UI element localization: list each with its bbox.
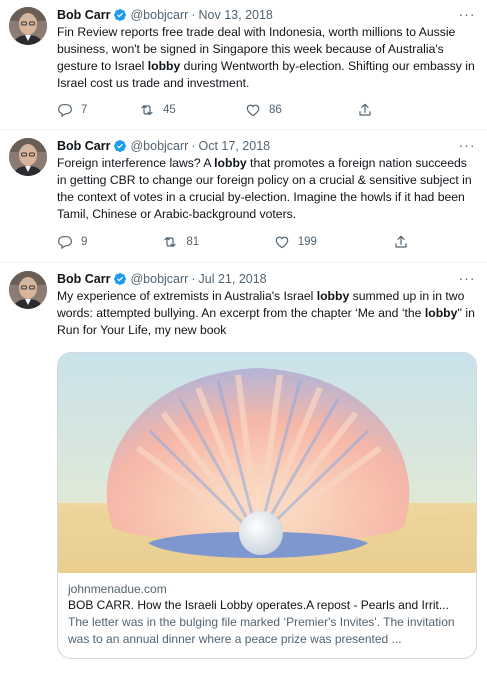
share-icon [357, 102, 373, 118]
separator-dot: · [191, 8, 196, 22]
like-button[interactable]: 199 [274, 234, 393, 250]
heart-icon [274, 234, 290, 250]
tweet-header: Bob Carr @bobjcarr · Nov 13, 2018 ··· [57, 6, 477, 24]
like-count: 86 [269, 104, 282, 116]
tweet-actions: 9 81 199 [57, 233, 417, 251]
like-count: 199 [297, 236, 317, 248]
tweet-text: My experience of extremists in Australia… [57, 288, 477, 339]
retweet-count: 81 [186, 236, 200, 248]
like-button[interactable]: 86 [245, 102, 357, 118]
author-name[interactable]: Bob Carr [57, 272, 110, 286]
tweet-header: Bob Carr @bobjcarr · Jul 21, 2018 ··· [57, 270, 477, 288]
share-button[interactable] [357, 102, 381, 118]
author-name[interactable]: Bob Carr [57, 8, 110, 22]
avatar[interactable] [9, 7, 47, 45]
link-card-image[interactable] [58, 353, 477, 573]
avatar[interactable] [9, 271, 47, 309]
author-handle[interactable]: @bobjcarr [130, 139, 188, 153]
tweet[interactable]: Bob Carr @bobjcarr · Nov 13, 2018 ··· Fi… [0, 0, 487, 130]
verified-badge-icon [113, 272, 127, 286]
avatar[interactable] [9, 138, 47, 176]
retweet-button[interactable]: 81 [162, 234, 273, 250]
tweet-text: Fin Review reports free trade deal with … [57, 24, 477, 92]
separator-dot: · [191, 272, 196, 286]
link-card[interactable]: johnmenadue.com BOB CARR. How the Israel… [57, 352, 477, 659]
reply-icon [57, 102, 73, 118]
tweet-text: Foreign interference laws? A lobby that … [57, 155, 477, 223]
highlighted-term: lobby [316, 289, 350, 303]
more-horizontal-icon[interactable]: ··· [457, 6, 477, 22]
highlighted-term: lobby [214, 156, 247, 170]
author-name[interactable]: Bob Carr [57, 139, 110, 153]
text-segment: Foreign interference laws? A [57, 156, 215, 170]
author-handle[interactable]: @bobjcarr [130, 272, 188, 286]
tweet-actions: 7 45 86 [57, 101, 417, 119]
link-card-description: The letter was in the bulging file marke… [68, 615, 455, 646]
tweet-date[interactable]: Jul 21, 2018 [199, 272, 267, 286]
text-segment: My experience of extremists in Australia… [57, 289, 317, 303]
tweet-date[interactable]: Nov 13, 2018 [199, 8, 273, 22]
retweet-count: 45 [163, 104, 176, 116]
author-handle[interactable]: @bobjcarr [130, 8, 188, 22]
reply-icon [57, 234, 73, 250]
share-button[interactable] [393, 234, 417, 250]
tweet[interactable]: Bob Carr @bobjcarr · Oct 17, 2018 ··· Fo… [0, 131, 487, 263]
separator-dot: · [191, 139, 196, 153]
reply-button[interactable]: 7 [57, 102, 139, 118]
tweet-date[interactable]: Oct 17, 2018 [199, 139, 271, 153]
retweet-button[interactable]: 45 [139, 102, 245, 118]
more-horizontal-icon[interactable]: ··· [457, 137, 477, 153]
share-icon [393, 234, 409, 250]
link-card-domain: johnmenadue.com [68, 582, 167, 596]
verified-badge-icon [113, 139, 127, 153]
tweet-header: Bob Carr @bobjcarr · Oct 17, 2018 ··· [57, 137, 477, 155]
reply-button[interactable]: 9 [57, 234, 162, 250]
retweet-icon [139, 102, 155, 118]
more-horizontal-icon[interactable]: ··· [457, 270, 477, 286]
highlighted-term: lobby [147, 59, 181, 73]
link-card-meta: johnmenadue.com BOB CARR. How the Israel… [58, 573, 476, 647]
reply-count: 9 [81, 236, 88, 248]
reply-count: 7 [81, 104, 88, 116]
link-card-title: BOB CARR. How the Israeli Lobby operates… [68, 598, 449, 612]
heart-icon [245, 102, 261, 118]
highlighted-term: lobby [424, 306, 458, 320]
verified-badge-icon [113, 8, 127, 22]
retweet-icon [162, 234, 178, 250]
